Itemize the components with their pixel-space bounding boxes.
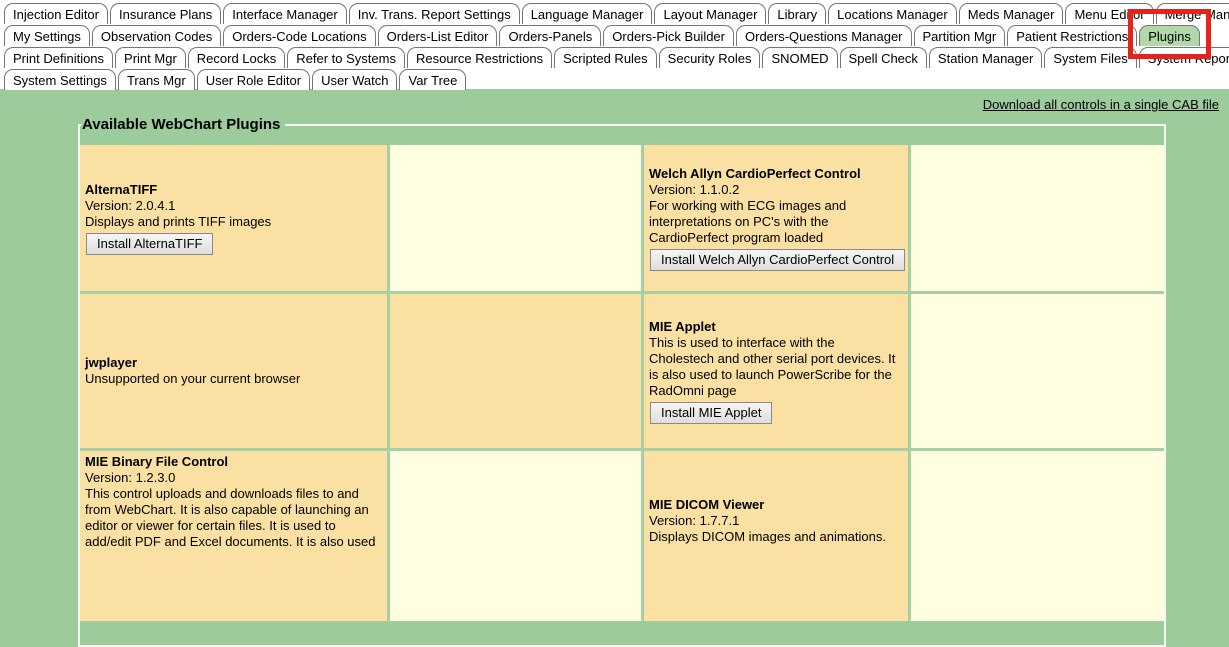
tab-plugins[interactable]: Plugins [1139, 25, 1200, 46]
plugin-version: Version: 1.7.7.1 [649, 513, 903, 529]
tab[interactable]: Orders-Pick Builder [603, 25, 734, 46]
tab-strip: Injection EditorInsurance PlansInterface… [0, 0, 1229, 89]
plugin-title: AlternaTIFF [85, 182, 382, 198]
tab[interactable]: Print Definitions [4, 47, 113, 68]
available-plugins-fieldset: Available WebChart Plugins AlternaTIFF V… [78, 116, 1166, 647]
tab[interactable]: System Files [1044, 47, 1136, 68]
plugin-cell-jwplayer: jwplayer Unsupported on your current bro… [80, 294, 387, 448]
plugin-version: Version: 1.1.0.2 [649, 182, 903, 198]
tab[interactable]: System Settings [4, 69, 116, 90]
plugin-title: MIE Binary File Control [85, 454, 382, 470]
tab-row-2: My SettingsObservation CodesOrders-Code … [0, 24, 1229, 46]
tab[interactable]: Resource Restrictions [407, 47, 552, 68]
tab[interactable]: Trans Mgr [118, 69, 195, 90]
tab[interactable]: Print Mgr [115, 47, 186, 68]
empty-cell [911, 294, 1164, 448]
plugin-description: Displays DICOM images and animations. [649, 529, 903, 545]
plugin-cell-mie-binary: MIE Binary File Control Version: 1.2.3.0… [80, 451, 387, 621]
tab[interactable]: Orders-List Editor [378, 25, 498, 46]
tab[interactable]: Partition Mgr [914, 25, 1006, 46]
tab[interactable]: Merge Manager [1156, 3, 1229, 24]
plugin-version: Version: 1.2.3.0 [85, 470, 382, 486]
tab[interactable]: User Role Editor [197, 69, 310, 90]
plugins-table: AlternaTIFF Version: 2.0.4.1 Displays an… [80, 145, 1164, 621]
tab[interactable]: Scripted Rules [554, 47, 657, 68]
tab[interactable]: Record Locks [188, 47, 285, 68]
tab[interactable]: User Watch [312, 69, 397, 90]
plugin-description: Displays and prints TIFF images [85, 214, 382, 230]
tab[interactable]: Inv. Trans. Report Settings [349, 3, 520, 24]
plugin-cell-mie-applet: MIE Applet This is used to interface wit… [644, 294, 908, 448]
plugins-legend: Available WebChart Plugins [81, 116, 285, 133]
plugin-description: For working with ECG images and interpre… [649, 198, 903, 246]
download-cab-link[interactable]: Download all controls in a single CAB fi… [983, 97, 1219, 112]
tab-row-3: Print DefinitionsPrint MgrRecord LocksRe… [0, 46, 1229, 68]
plugin-description: Unsupported on your current browser [85, 371, 382, 387]
empty-cell [390, 145, 641, 291]
tab[interactable]: Layout Manager [654, 3, 766, 24]
plugin-description: This control uploads and downloads files… [85, 486, 382, 550]
empty-cell [911, 451, 1164, 621]
plugin-version: Version: 2.0.4.1 [85, 198, 382, 214]
tab[interactable]: Library [768, 3, 826, 24]
tab[interactable]: Insurance Plans [110, 3, 221, 24]
tab-row-4: System SettingsTrans MgrUser Role Editor… [0, 68, 1229, 90]
tab[interactable]: Orders-Code Locations [223, 25, 375, 46]
tab[interactable]: Patient Restrictions [1007, 25, 1137, 46]
empty-cell [390, 451, 641, 621]
plugin-description: This is used to interface with the Chole… [649, 335, 903, 399]
tab[interactable]: System Report [1139, 47, 1229, 68]
tab[interactable]: Spell Check [840, 47, 927, 68]
plugin-cell-alternatiff: AlternaTIFF Version: 2.0.4.1 Displays an… [80, 145, 387, 291]
plugin-cell-mie-dicom: MIE DICOM Viewer Version: 1.7.7.1 Displa… [644, 451, 908, 621]
tab[interactable]: Language Manager [522, 3, 653, 24]
tab[interactable]: Orders-Panels [499, 25, 601, 46]
tab[interactable]: Menu Editor [1065, 3, 1153, 24]
empty-cell [911, 145, 1164, 291]
tab[interactable]: Station Manager [929, 47, 1042, 68]
plugin-title: MIE Applet [649, 319, 903, 335]
tab[interactable]: Locations Manager [828, 3, 957, 24]
tab[interactable]: Var Tree [399, 69, 466, 90]
tab[interactable]: SNOMED [762, 47, 837, 68]
tab-plugins-label: Plugins [1148, 29, 1191, 44]
plugin-title: MIE DICOM Viewer [649, 497, 903, 513]
tab-row-1: Injection EditorInsurance PlansInterface… [0, 2, 1229, 24]
install-mie-applet-button[interactable]: Install MIE Applet [650, 402, 772, 424]
tab[interactable]: Refer to Systems [287, 47, 405, 68]
tab[interactable]: Observation Codes [92, 25, 221, 46]
plugin-cell-welch-allyn: Welch Allyn CardioPerfect Control Versio… [644, 145, 908, 291]
tab[interactable]: Security Roles [659, 47, 761, 68]
tab[interactable]: My Settings [4, 25, 90, 46]
tab[interactable]: Meds Manager [959, 3, 1064, 24]
plugin-title: Welch Allyn CardioPerfect Control [649, 166, 903, 182]
install-alternatiff-button[interactable]: Install AlternaTIFF [86, 233, 213, 255]
tab[interactable]: Interface Manager [223, 3, 347, 24]
tab[interactable]: Injection Editor [4, 3, 108, 24]
install-welch-allyn-button[interactable]: Install Welch Allyn CardioPerfect Contro… [650, 249, 905, 271]
empty-cell [390, 294, 641, 448]
plugin-title: jwplayer [85, 355, 382, 371]
tab[interactable]: Orders-Questions Manager [736, 25, 912, 46]
download-row: Download all controls in a single CAB fi… [0, 89, 1229, 116]
